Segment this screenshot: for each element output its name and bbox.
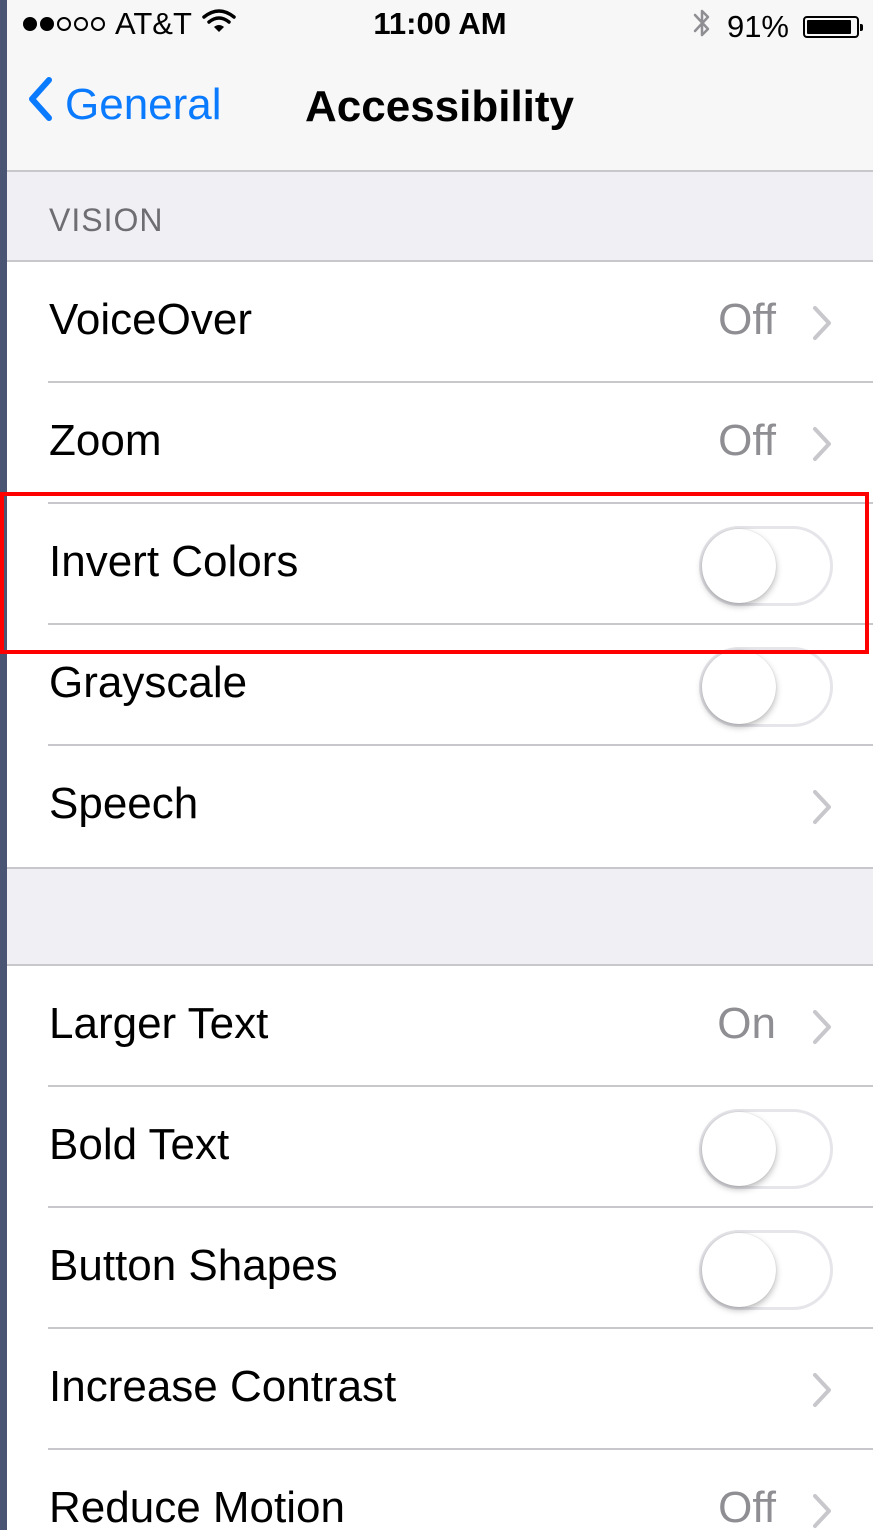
- toggle-knob: [702, 529, 776, 603]
- zoom-row[interactable]: Zoom Off: [7, 383, 873, 504]
- page-title: Accessibility: [305, 82, 575, 131]
- row-label: Button Shapes: [49, 1241, 338, 1290]
- back-label: General: [65, 79, 222, 129]
- button-shapes-row: Button Shapes: [7, 1208, 873, 1329]
- toggle-knob: [702, 650, 776, 724]
- increase-contrast-row[interactable]: Increase Contrast: [7, 1329, 873, 1450]
- reduce-motion-row[interactable]: Reduce Motion Off: [7, 1450, 873, 1530]
- row-label: Bold Text: [49, 1120, 230, 1169]
- battery-percent: 91%: [726, 9, 789, 44]
- status-bar: AT&T 11:00 AM 91%: [7, 0, 873, 48]
- row-label: Larger Text: [49, 999, 269, 1048]
- chevron-right-icon: [811, 425, 833, 468]
- chevron-right-icon: [811, 1371, 833, 1414]
- row-label: Grayscale: [49, 658, 248, 707]
- back-button[interactable]: General: [27, 76, 222, 133]
- row-value: Off: [718, 295, 776, 344]
- row-label: Reduce Motion: [49, 1483, 345, 1530]
- chevron-right-icon: [811, 304, 833, 347]
- navigation-bar: General Accessibility: [7, 62, 873, 158]
- row-label: VoiceOver: [49, 295, 252, 344]
- grayscale-toggle[interactable]: [699, 647, 833, 727]
- settings-screen: AT&T 11:00 AM 91% General Accessibility …: [7, 0, 873, 1530]
- status-right: 91%: [691, 6, 863, 48]
- row-value: Off: [718, 416, 776, 465]
- chevron-right-icon: [811, 1008, 833, 1051]
- section-header-vision: VISION: [49, 202, 164, 238]
- bold-text-toggle[interactable]: [699, 1109, 833, 1189]
- button-shapes-toggle[interactable]: [699, 1230, 833, 1310]
- chevron-right-icon: [811, 788, 833, 831]
- chevron-left-icon: [27, 76, 53, 133]
- chevron-right-icon: [811, 1492, 833, 1530]
- invert-colors-toggle[interactable]: [699, 526, 833, 606]
- voiceover-row[interactable]: VoiceOver Off: [7, 262, 873, 383]
- text-display-group: Larger Text On Bold Text Button Shapes I…: [7, 964, 873, 1530]
- row-label: Increase Contrast: [49, 1362, 397, 1411]
- row-value: On: [717, 999, 776, 1048]
- row-label: Invert Colors: [49, 537, 299, 586]
- battery-icon: [803, 16, 863, 38]
- top-bar: AT&T 11:00 AM 91% General Accessibility: [7, 0, 873, 172]
- row-value: Off: [718, 1483, 776, 1530]
- toggle-knob: [702, 1112, 776, 1186]
- grayscale-row: Grayscale: [7, 625, 873, 746]
- row-label: Zoom: [49, 416, 162, 465]
- toggle-knob: [702, 1233, 776, 1307]
- larger-text-row[interactable]: Larger Text On: [7, 966, 873, 1087]
- vision-group: VoiceOver Off Zoom Off Invert Colors Gra…: [7, 260, 873, 869]
- row-label: Speech: [49, 779, 199, 828]
- bold-text-row: Bold Text: [7, 1087, 873, 1208]
- invert-colors-row: Invert Colors: [7, 504, 873, 625]
- speech-row[interactable]: Speech: [7, 746, 873, 867]
- bluetooth-icon: [691, 6, 713, 48]
